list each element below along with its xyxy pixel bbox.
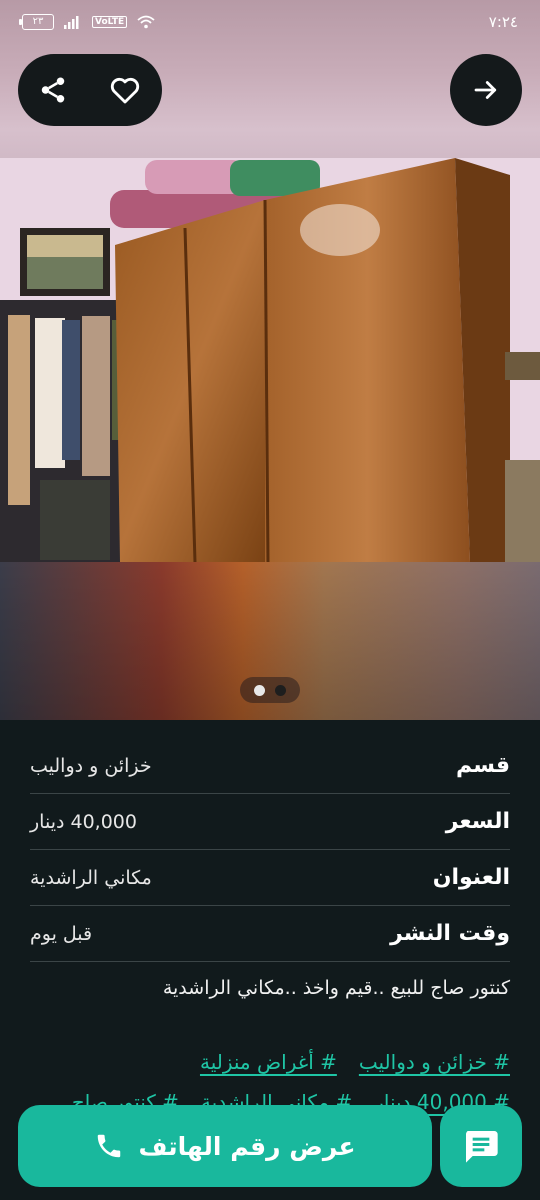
detail-value: خزائن و دواليب <box>30 754 152 777</box>
show-phone-label: عرض رقم الهاتف <box>138 1131 356 1161</box>
detail-label: السعر <box>445 809 510 834</box>
signal-icon <box>64 16 79 29</box>
show-phone-button[interactable]: عرض رقم الهاتف <box>18 1105 432 1187</box>
detail-label: العنوان <box>432 865 510 890</box>
status-bar: ٢٣ VoLTE ٧:٢٤ <box>0 0 540 44</box>
detail-value: قبل يوم <box>30 922 93 945</box>
chat-icon <box>466 1131 498 1163</box>
image-pager-dots <box>240 677 300 703</box>
back-button[interactable] <box>450 54 522 126</box>
listing-description: كنتور صاج للبيع ..قيم واخذ ..مكاني الراش… <box>162 977 510 999</box>
detail-row-category: قسم خزائن و دواليب <box>30 738 510 794</box>
status-icons: ٢٣ VoLTE <box>19 14 155 30</box>
share-icon[interactable] <box>38 75 68 105</box>
phone-icon <box>98 1134 121 1158</box>
detail-value: 40,000 دينار <box>30 810 137 833</box>
detail-row-address: العنوان مكاني الراشدية <box>30 850 510 906</box>
detail-value: مكاني الراشدية <box>30 866 152 889</box>
tag-row: # خزائن و دواليب # أغراض منزلية <box>30 1050 510 1074</box>
battery-icon: ٢٣ <box>19 14 54 30</box>
pager-dot[interactable] <box>275 684 286 696</box>
arrow-right-icon <box>474 81 497 99</box>
status-time: ٧:٢٤ <box>488 13 518 31</box>
chat-button[interactable] <box>440 1105 522 1187</box>
detail-row-price: السعر 40,000 دينار <box>30 794 510 850</box>
heart-icon[interactable] <box>108 73 142 107</box>
detail-label: قسم <box>455 753 510 778</box>
tag-link[interactable]: # أغراض منزلية <box>200 1050 337 1074</box>
tag-link[interactable]: # خزائن و دواليب <box>359 1050 510 1074</box>
wifi-icon <box>137 15 155 29</box>
detail-row-posted-time: وقت النشر قبل يوم <box>30 906 510 962</box>
listing-image-gallery[interactable] <box>0 0 540 720</box>
detail-label: وقت النشر <box>390 921 510 946</box>
volte-badge: VoLTE <box>92 16 128 28</box>
favorite-share-group <box>18 54 162 126</box>
pager-dot-active[interactable] <box>254 684 265 696</box>
listing-details: قسم خزائن و دواليب السعر 40,000 دينار ال… <box>30 738 510 1002</box>
